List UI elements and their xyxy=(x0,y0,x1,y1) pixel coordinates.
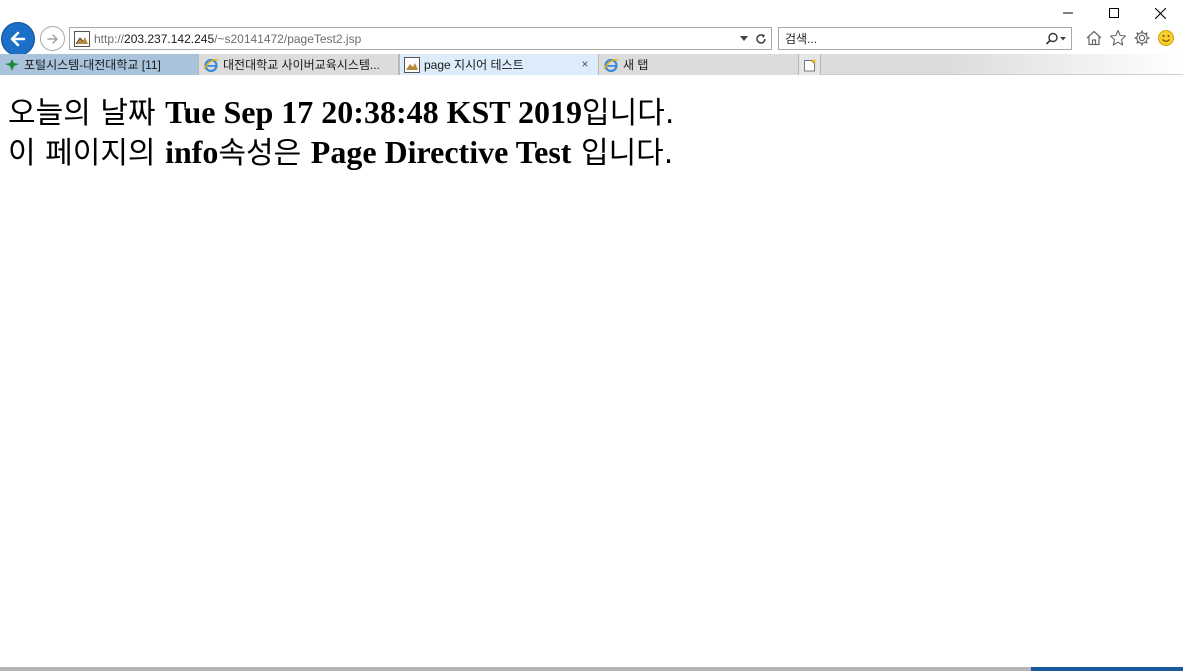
url-text[interactable]: http://203.237.142.245/~s20141472/pageTe… xyxy=(94,32,737,46)
date-line-suffix: 입니다. xyxy=(582,96,675,131)
gear-icon xyxy=(1134,30,1150,46)
address-dropdown-button[interactable] xyxy=(737,29,751,49)
tab-label: 포털시스템-대전대학교 [11] xyxy=(24,58,161,72)
address-bar[interactable]: http://203.237.142.245/~s20141472/pageTe… xyxy=(69,27,772,50)
tab-label: 대전대학교 사이버교육시스템... xyxy=(223,58,380,72)
tab-active[interactable]: page 지시어 테스트 × xyxy=(399,54,599,75)
date-line-prefix: 오늘의 날짜 xyxy=(8,96,166,131)
settings-button[interactable] xyxy=(1130,26,1154,50)
tab-label: page 지시어 테스트 xyxy=(424,58,524,72)
taskbar-accent xyxy=(1031,667,1183,671)
home-button[interactable] xyxy=(1082,26,1106,50)
url-host: 203.237.142.245 xyxy=(124,31,215,46)
refresh-button[interactable] xyxy=(751,29,771,49)
info-line-suffix: 입니다. xyxy=(571,136,674,171)
arrow-right-icon xyxy=(46,33,58,44)
minimize-icon xyxy=(1063,12,1073,14)
search-button[interactable] xyxy=(1041,29,1071,49)
url-path: /~s20141472/pageTest2.jsp xyxy=(214,31,362,46)
info-line-prefix: 이 페이지의 xyxy=(8,136,166,171)
feedback-button[interactable] xyxy=(1154,26,1178,50)
forward-button[interactable] xyxy=(40,26,65,51)
window-controls xyxy=(1045,0,1183,26)
tab-cyber[interactable]: 대전대학교 사이버교육시스템... xyxy=(199,54,399,75)
ie-icon xyxy=(203,57,219,73)
tab-strip: 포털시스템-대전대학교 [11] 대전대학교 사이버교육시스템... page … xyxy=(0,54,1183,75)
search-box xyxy=(778,27,1072,50)
date-line: 오늘의 날짜 Tue Sep 17 20:38:48 KST 2019입니다. xyxy=(8,93,1175,133)
url-scheme: http:// xyxy=(94,31,125,46)
info-line: 이 페이지의 info속성은 Page Directive Test 입니다. xyxy=(8,133,1175,173)
leaf-icon xyxy=(4,57,20,73)
home-icon xyxy=(1086,30,1102,46)
search-input[interactable] xyxy=(779,28,1041,49)
maximize-button[interactable] xyxy=(1091,0,1137,26)
search-icon xyxy=(1045,32,1066,45)
tab-label: 새 탭 xyxy=(623,58,649,72)
close-icon xyxy=(1154,7,1166,19)
page-icon xyxy=(404,56,420,73)
info-value: Page Directive Test xyxy=(310,134,572,170)
info-attribute: info xyxy=(165,134,219,170)
new-tab-button[interactable] xyxy=(799,54,821,75)
browser-window: http://203.237.142.245/~s20141472/pageTe… xyxy=(0,0,1183,671)
close-button[interactable] xyxy=(1137,0,1183,26)
chevron-down-icon xyxy=(740,36,748,41)
page-content: 오늘의 날짜 Tue Sep 17 20:38:48 KST 2019입니다. … xyxy=(8,93,1175,173)
tab-new[interactable]: 새 탭 xyxy=(599,54,799,75)
back-button[interactable] xyxy=(1,22,35,56)
date-value: Tue Sep 17 20:38:48 KST 2019 xyxy=(165,94,583,130)
smiley-icon xyxy=(1158,30,1174,46)
arrow-left-icon xyxy=(10,31,26,47)
new-tab-icon xyxy=(803,58,816,71)
minimize-button[interactable] xyxy=(1045,0,1091,26)
bottom-edge xyxy=(0,667,1183,671)
info-line-middle: 속성은 xyxy=(218,136,311,171)
maximize-icon xyxy=(1109,8,1119,18)
toolbar-icons xyxy=(1082,26,1178,50)
page-icon xyxy=(74,30,90,47)
refresh-icon xyxy=(756,33,766,44)
ie-icon xyxy=(603,57,619,73)
star-icon xyxy=(1109,29,1127,46)
tab-close-button[interactable]: × xyxy=(578,57,592,71)
favorites-button[interactable] xyxy=(1106,26,1130,50)
tab-portal[interactable]: 포털시스템-대전대학교 [11] xyxy=(0,54,199,75)
